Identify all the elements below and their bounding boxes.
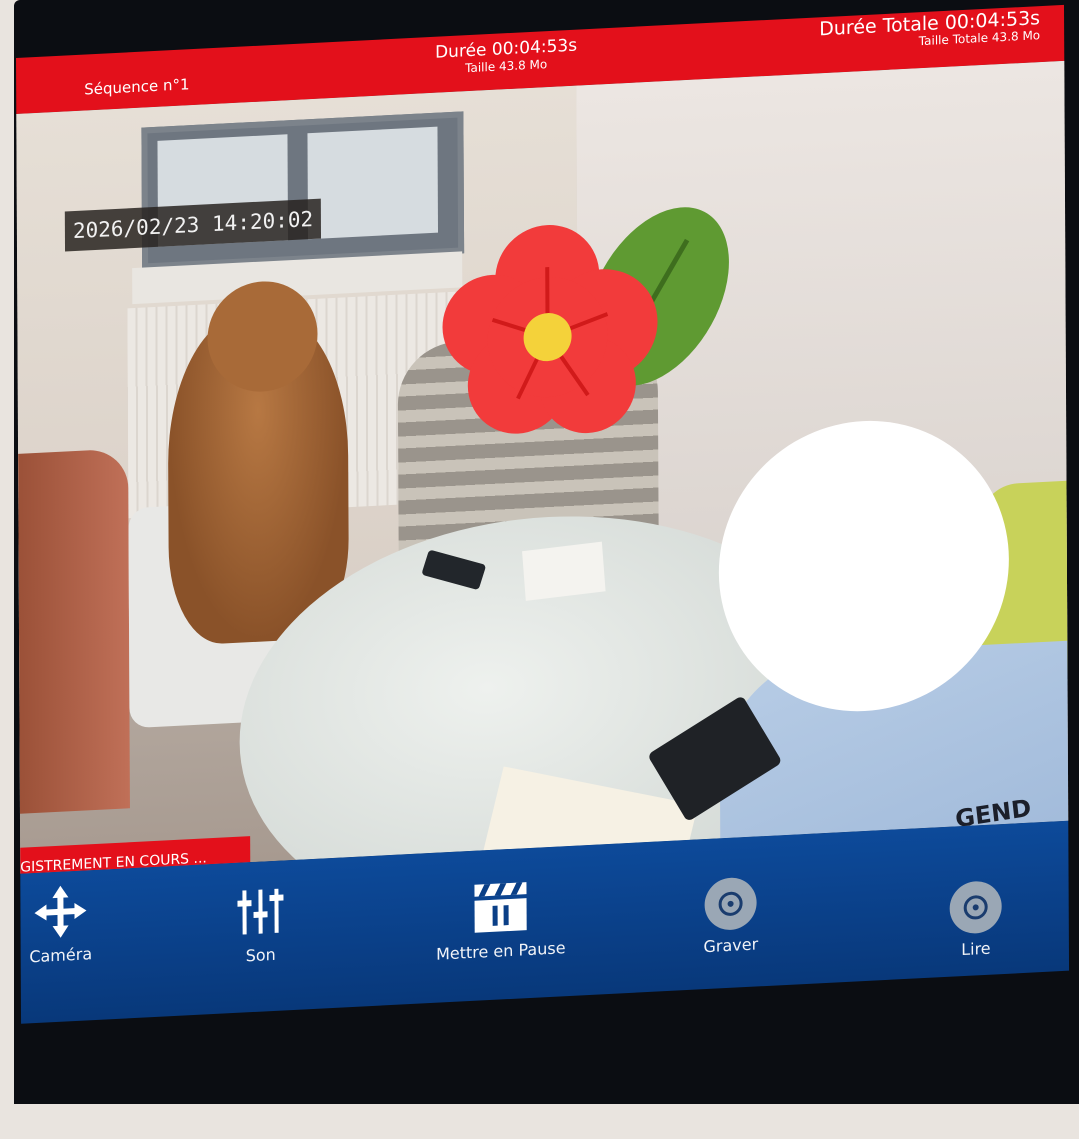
play-button[interactable]: Lire	[906, 878, 1046, 962]
recording-screen: Séquence n°1 Durée 00:04:53s Taille 43.8…	[16, 4, 1070, 1138]
window-pane	[307, 126, 439, 240]
move-arrows-icon	[34, 885, 87, 938]
camera-label: Caméra	[29, 944, 93, 967]
window	[141, 111, 465, 270]
total-info: Durée Totale 00:04:53s Taille Totale 43.…	[819, 7, 1040, 53]
camera-button[interactable]: Caméra	[0, 880, 131, 968]
sequence-info: Durée 00:04:53s Taille 43.8 Mo	[396, 34, 616, 79]
pause-button[interactable]: Mettre en Pause	[415, 875, 585, 965]
pause-label: Mettre en Pause	[435, 938, 566, 964]
burn-button[interactable]: Graver	[660, 874, 800, 958]
burn-label: Graver	[703, 934, 759, 957]
camera-feed: GEND 2026/02/23 14:20:02 GISTREMENT EN C…	[16, 60, 1069, 874]
person-left	[18, 448, 130, 814]
paper-sheet	[522, 541, 606, 601]
sequence-label: Séquence n°1	[84, 75, 190, 99]
sound-label: Son	[245, 944, 276, 966]
burn-disc-icon	[704, 876, 757, 932]
play-label: Lire	[961, 938, 991, 960]
sound-button[interactable]: Son	[190, 880, 330, 968]
pause-clapper-icon	[474, 882, 527, 933]
play-disc-icon	[949, 880, 1002, 935]
flower-sticker-icon	[442, 207, 729, 434]
sliders-icon	[237, 888, 284, 935]
